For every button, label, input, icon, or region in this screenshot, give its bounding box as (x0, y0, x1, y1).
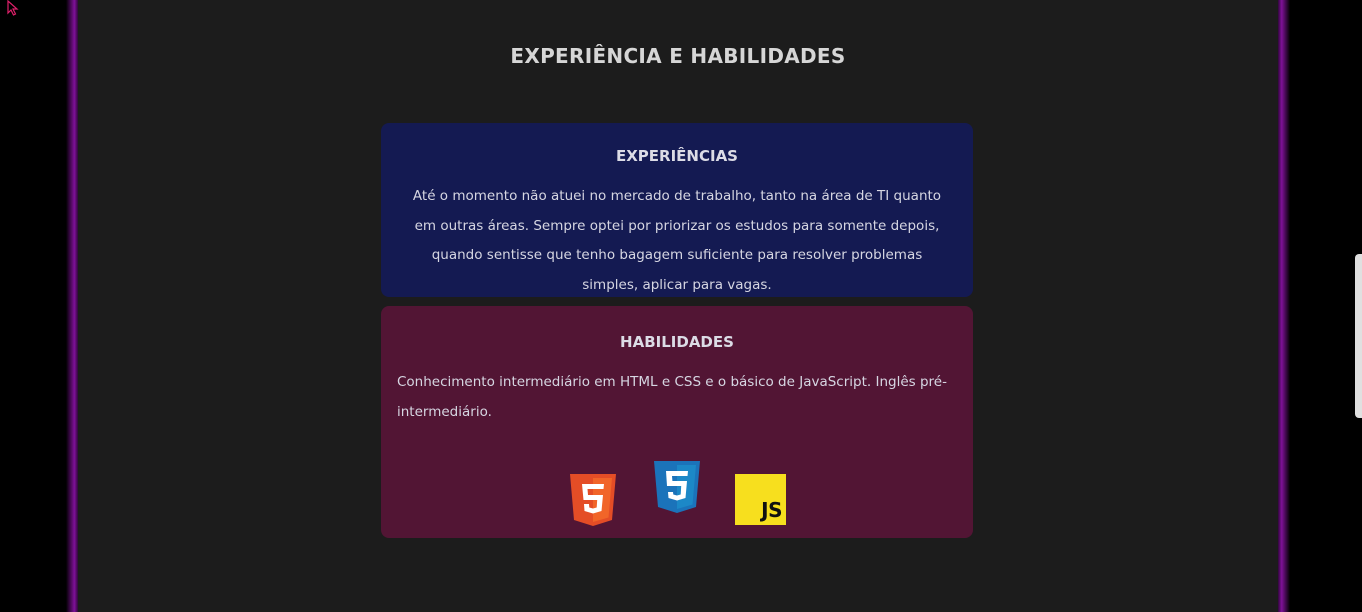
skills-heading: HABILIDADES (620, 333, 734, 351)
mouse-cursor-icon (7, 0, 19, 16)
html5-icon (570, 474, 616, 526)
experience-text: Até o momento não atuei no mercado de tr… (412, 188, 942, 293)
page: EXPERIÊNCIA E HABILIDADES EXPERIÊNCIAS A… (0, 0, 1362, 612)
css3-icon (654, 461, 700, 513)
javascript-icon-label: JS (761, 498, 782, 522)
experience-skills-section: EXPERIÊNCIA E HABILIDADES EXPERIÊNCIAS A… (78, 0, 1278, 612)
experience-heading: EXPERIÊNCIAS (616, 147, 738, 165)
javascript-icon: JS (735, 474, 786, 525)
skills-text: Conhecimento intermediário em HTML e CSS… (397, 374, 947, 420)
left-glow-border (66, 0, 78, 612)
skills-card: HABILIDADES Conhecimento intermediário e… (381, 306, 973, 538)
experience-card: EXPERIÊNCIAS Até o momento não atuei no … (381, 123, 973, 297)
right-glow-border (1278, 0, 1290, 612)
scrollbar-thumb[interactable] (1355, 254, 1362, 418)
section-title: EXPERIÊNCIA E HABILIDADES (510, 44, 846, 68)
